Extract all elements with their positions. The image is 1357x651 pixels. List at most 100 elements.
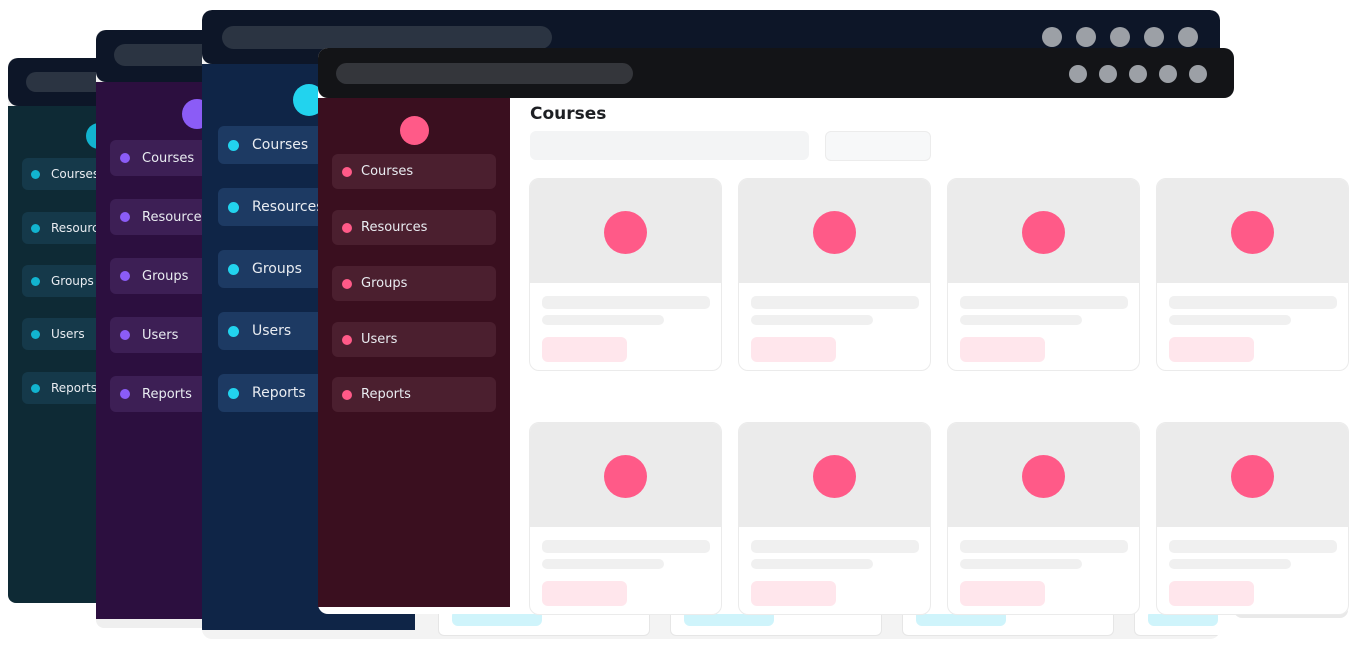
bullet-icon [228, 325, 239, 337]
card-title-placeholder [751, 296, 919, 309]
sidebar-item-label: Resources [142, 209, 209, 225]
card-title-placeholder [542, 296, 710, 309]
sidebar-item-label: Resources [252, 199, 324, 215]
window-dot-icon[interactable] [1076, 27, 1096, 47]
window-dot-icon[interactable] [1110, 27, 1130, 47]
sidebar-item-label: Resourc [51, 221, 99, 235]
window-dot-icon[interactable] [1042, 27, 1062, 47]
card-subtitle-placeholder [1169, 315, 1291, 325]
sidebar-item-label: Courses [142, 150, 195, 166]
course-card[interactable] [738, 178, 931, 371]
card-action-button[interactable] [1169, 337, 1254, 362]
bullet-icon [31, 223, 40, 233]
bullet-icon [120, 271, 130, 281]
bullet-icon [228, 139, 239, 151]
sidebar: Courses Resources Groups Users Reports [318, 98, 510, 607]
course-icon [604, 211, 647, 254]
sidebar-item-reports[interactable]: Reports [332, 377, 496, 412]
card-subtitle-placeholder [751, 315, 873, 325]
course-card[interactable] [1156, 178, 1349, 371]
sidebar-item-label: Courses [361, 164, 414, 179]
card-action-button[interactable] [542, 337, 627, 362]
course-icon [1231, 455, 1274, 498]
sidebar-item-label: Groups [51, 274, 94, 288]
bullet-icon [31, 383, 40, 393]
sidebar-item-label: Users [51, 327, 85, 341]
card-action-button[interactable] [542, 581, 627, 606]
window-dot-icon[interactable] [1178, 27, 1198, 47]
sidebar-item-label: Users [252, 323, 292, 339]
address-bar[interactable] [336, 63, 633, 84]
sidebar-item-label: Reports [252, 385, 306, 401]
window-dot-icon[interactable] [1144, 27, 1164, 47]
window-maroon: Courses Resources Groups Users Reports C… [318, 48, 1350, 615]
sidebar-item-label: Courses [252, 137, 309, 153]
card-title-placeholder [751, 540, 919, 553]
bullet-icon [342, 278, 352, 289]
bullet-icon [31, 276, 40, 286]
bullet-icon [120, 389, 130, 399]
bullet-icon [342, 389, 352, 400]
window-dot-icon[interactable] [1129, 65, 1147, 83]
sidebar-item-label: Users [142, 327, 179, 343]
window-dot-icon[interactable] [1189, 65, 1207, 83]
bullet-icon [342, 166, 352, 177]
card-subtitle-placeholder [542, 559, 664, 569]
course-card[interactable] [529, 422, 722, 615]
card-title-placeholder [1169, 540, 1337, 553]
bullet-icon [342, 334, 352, 345]
logo-icon [400, 116, 429, 145]
course-card[interactable] [738, 422, 931, 615]
bullet-icon [120, 212, 130, 222]
bullet-icon [342, 222, 352, 233]
window-dot-icon[interactable] [1159, 65, 1177, 83]
sidebar: Courses Resources Groups Users Reports [96, 82, 230, 619]
filter-button[interactable] [825, 131, 931, 161]
course-icon [1022, 455, 1065, 498]
card-action-button[interactable] [960, 581, 1045, 606]
window-dot-icon[interactable] [1099, 65, 1117, 83]
course-card[interactable] [529, 178, 722, 371]
sidebar-item-label: Groups [142, 268, 189, 284]
sidebar-item-label: Reports [361, 387, 411, 402]
card-subtitle-placeholder [1169, 559, 1291, 569]
card-action-button[interactable] [751, 581, 836, 606]
titlebar [318, 48, 1234, 98]
bullet-icon [31, 329, 40, 339]
card-title-placeholder [960, 296, 1128, 309]
card-title-placeholder [960, 540, 1128, 553]
bullet-icon [120, 153, 130, 163]
course-card[interactable] [947, 178, 1140, 371]
course-icon [813, 455, 856, 498]
course-icon [604, 455, 647, 498]
card-action-button[interactable] [960, 337, 1045, 362]
sidebar-item-label: Groups [252, 261, 302, 277]
card-title-placeholder [542, 540, 710, 553]
course-card[interactable] [1156, 422, 1349, 615]
course-icon [1231, 211, 1274, 254]
sidebar-item-label: Resources [361, 220, 428, 235]
bullet-icon [228, 387, 239, 399]
sidebar-item-groups[interactable]: Groups [332, 266, 496, 301]
sidebar-item-resources[interactable]: Resources [332, 210, 496, 245]
card-title-placeholder [1169, 296, 1337, 309]
window-controls [1069, 65, 1207, 83]
sidebar-item-label: Users [361, 332, 398, 347]
course-icon [813, 211, 856, 254]
card-subtitle-placeholder [960, 315, 1082, 325]
sidebar-item-courses[interactable]: Courses [332, 154, 496, 189]
bullet-icon [31, 169, 40, 179]
course-card[interactable] [947, 422, 1140, 615]
card-action-button[interactable] [751, 337, 836, 362]
course-icon [1022, 211, 1065, 254]
sidebar-item-label: Reports [51, 381, 98, 395]
search-input[interactable] [530, 131, 809, 160]
address-bar[interactable] [222, 26, 552, 49]
card-action-button[interactable] [1169, 581, 1254, 606]
sidebar-item-label: Reports [142, 386, 192, 402]
card-subtitle-placeholder [960, 559, 1082, 569]
bullet-icon [228, 263, 239, 275]
bullet-icon [120, 330, 130, 340]
window-dot-icon[interactable] [1069, 65, 1087, 83]
sidebar-item-users[interactable]: Users [332, 322, 496, 357]
